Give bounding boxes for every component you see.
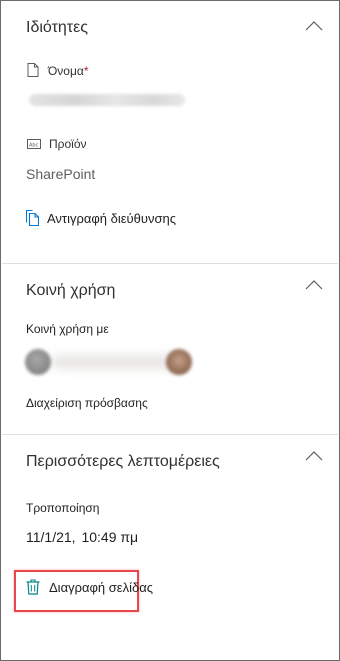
modified-date: 11/1/21, <box>26 529 76 545</box>
avatar[interactable] <box>25 349 51 375</box>
delete-page-button[interactable]: Διαγραφή σελίδας <box>26 579 153 595</box>
modified-datetime: 11/1/21, 10:49 πμ <box>26 529 138 545</box>
details-pane: Ιδιότητες Όνομα* Abc Προϊόν SharePoint Α… <box>0 0 340 661</box>
trash-icon <box>26 579 40 595</box>
more-details-header: Περισσότερες λεπτομέρειες <box>26 453 220 470</box>
product-label: Προϊόν <box>49 137 87 151</box>
product-value: SharePoint <box>26 166 96 182</box>
copy-address-button[interactable]: Αντιγραφή διεύθυνσης <box>26 210 176 226</box>
name-field-value[interactable] <box>29 94 185 106</box>
delete-page-label: Διαγραφή σελίδας <box>49 579 153 595</box>
chevron-up-icon[interactable] <box>305 21 323 31</box>
section-divider <box>2 434 338 435</box>
shared-with-label: Κοινή χρήση με <box>26 322 109 336</box>
shared-users-strip <box>51 355 179 369</box>
copy-icon <box>26 210 39 226</box>
properties-header: Ιδιότητες <box>26 19 88 36</box>
avatar[interactable] <box>166 349 192 375</box>
text-field-icon: Abc <box>27 139 41 149</box>
manage-access-link[interactable]: Διαχείριση πρόσβασης <box>26 396 148 410</box>
copy-address-label: Αντιγραφή διεύθυνσης <box>47 210 177 226</box>
svg-text:Abc: Abc <box>29 142 39 148</box>
modified-time: 10:49 πμ <box>81 529 139 545</box>
required-marker: * <box>83 64 89 78</box>
chevron-up-icon[interactable] <box>305 451 323 461</box>
document-icon <box>27 63 39 77</box>
name-field-label: Όνομα* <box>48 64 89 78</box>
section-divider <box>2 263 338 264</box>
modified-label: Τροποποίηση <box>26 501 100 515</box>
sharing-header: Κοινή χρήση <box>26 282 116 299</box>
chevron-up-icon[interactable] <box>305 280 323 290</box>
name-label-text: Όνομα <box>48 64 84 78</box>
